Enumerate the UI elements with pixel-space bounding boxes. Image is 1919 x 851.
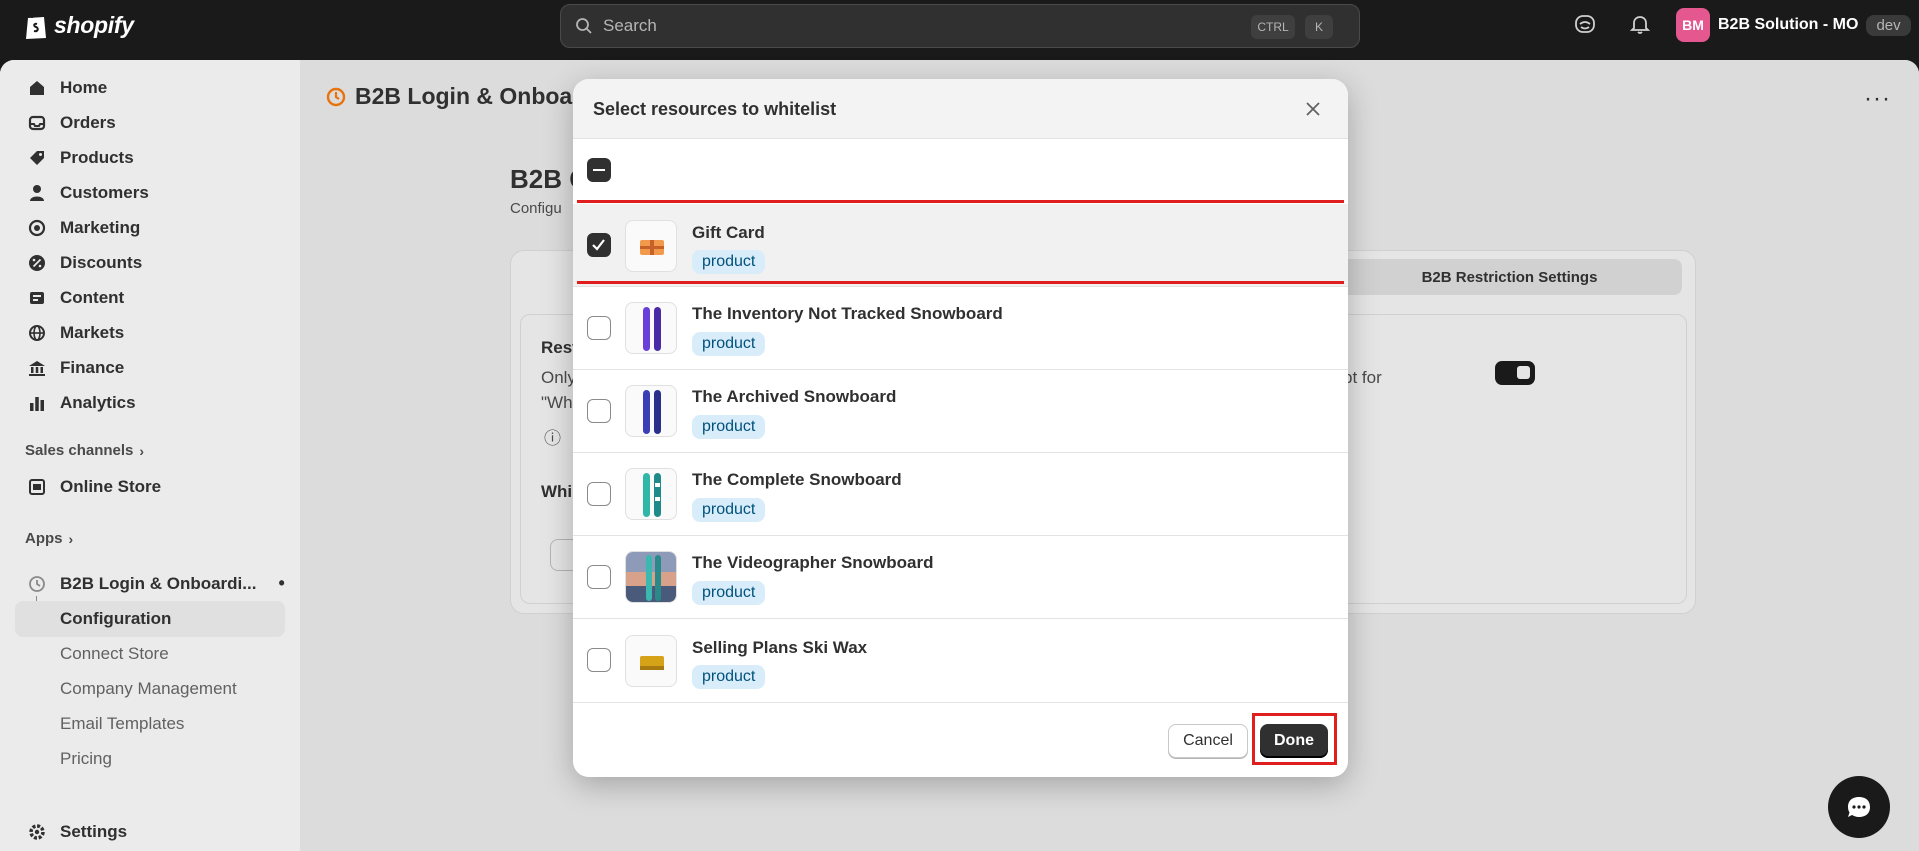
item-checkbox[interactable] [587, 648, 611, 672]
list-item[interactable]: The Archived Snowboard product [573, 370, 1348, 453]
top-bar: shopify Search CTRL K BM B2B Solution - … [0, 0, 1919, 60]
item-checkbox[interactable] [587, 399, 611, 423]
product-thumbnail [625, 468, 677, 520]
product-thumbnail [625, 551, 677, 603]
snowboard-photo-image [626, 552, 676, 602]
list-item[interactable]: The Complete Snowboard product [573, 453, 1348, 536]
select-all-checkbox[interactable] [587, 158, 611, 182]
account-menu[interactable]: BM B2B Solution - MO dev [1676, 8, 1911, 42]
shopify-bag-icon [26, 12, 46, 39]
product-type-badge: product [692, 498, 766, 522]
item-checkbox[interactable] [587, 565, 611, 589]
search-bar[interactable]: Search CTRL K [560, 4, 1360, 48]
search-icon [576, 18, 592, 34]
product-name: The Videographer Snowboard [692, 553, 934, 572]
brand-name: shopify [54, 11, 134, 38]
bell-icon[interactable] [1629, 13, 1651, 35]
product-thumbnail [625, 635, 677, 687]
list-item[interactable]: Selling Plans Ski Wax product [573, 619, 1348, 702]
sidekick-icon[interactable] [1574, 13, 1596, 35]
kbd-k: K [1305, 15, 1333, 39]
product-name: The Complete Snowboard [692, 470, 902, 489]
chat-bubble-icon [1848, 797, 1870, 817]
modal-header: Select resources to whitelist [573, 79, 1348, 139]
highlight-annotation [1252, 713, 1337, 765]
product-type-badge: product [692, 665, 766, 689]
product-type-badge: product [692, 415, 766, 439]
item-checkbox[interactable] [587, 316, 611, 340]
dev-badge: dev [1866, 14, 1911, 36]
product-type-badge: product [692, 581, 766, 605]
snowboard-image [643, 307, 661, 351]
cancel-button[interactable]: Cancel [1168, 724, 1248, 758]
shopify-logo[interactable]: shopify [24, 10, 134, 40]
modal-title: Select resources to whitelist [593, 99, 837, 119]
highlight-annotation [577, 200, 1344, 284]
product-thumbnail [625, 385, 677, 437]
ski-wax-image [640, 656, 664, 670]
product-type-badge: product [692, 332, 766, 356]
list-item[interactable]: The Videographer Snowboard product [573, 536, 1348, 619]
snowboard-image [643, 473, 661, 517]
product-thumbnail [625, 302, 677, 354]
avatar: BM [1676, 8, 1710, 42]
resource-picker-modal: Select resources to whitelist Gift Card … [573, 79, 1348, 777]
modal-footer: Cancel Done [573, 702, 1348, 777]
product-name: The Archived Snowboard [692, 387, 897, 406]
close-icon[interactable] [1300, 96, 1326, 122]
item-checkbox[interactable] [587, 482, 611, 506]
product-name: Selling Plans Ski Wax [692, 638, 868, 657]
kbd-ctrl: CTRL [1251, 15, 1295, 39]
store-name: B2B Solution - MO [1718, 16, 1859, 33]
chat-button[interactable] [1828, 776, 1890, 838]
search-placeholder: Search [603, 16, 657, 35]
snowboard-image [643, 390, 661, 434]
product-name: The Inventory Not Tracked Snowboard [692, 304, 1003, 323]
list-item[interactable]: The Inventory Not Tracked Snowboard prod… [573, 287, 1348, 370]
